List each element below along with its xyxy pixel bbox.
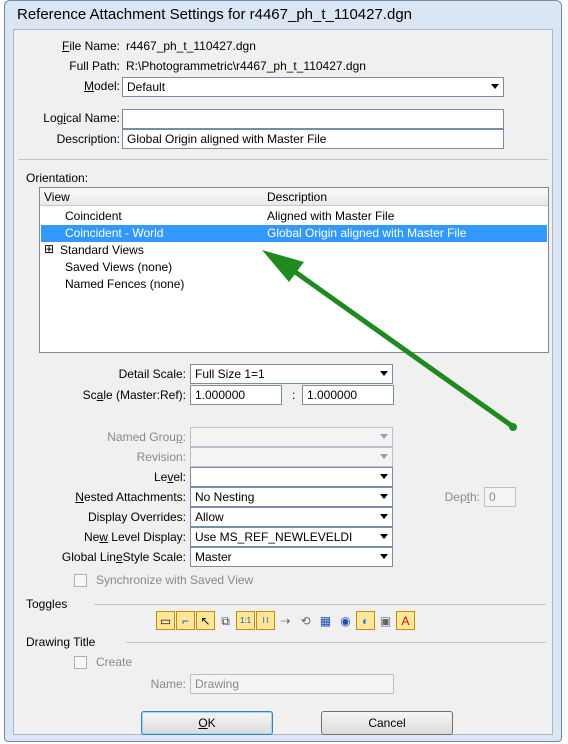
annotation-arrow-tail-dot (509, 423, 517, 431)
annotation-arrowhead-icon (262, 250, 304, 282)
annotation-arrow-shaft (281, 261, 515, 429)
annotation-arrow-overlay (262, 250, 517, 431)
